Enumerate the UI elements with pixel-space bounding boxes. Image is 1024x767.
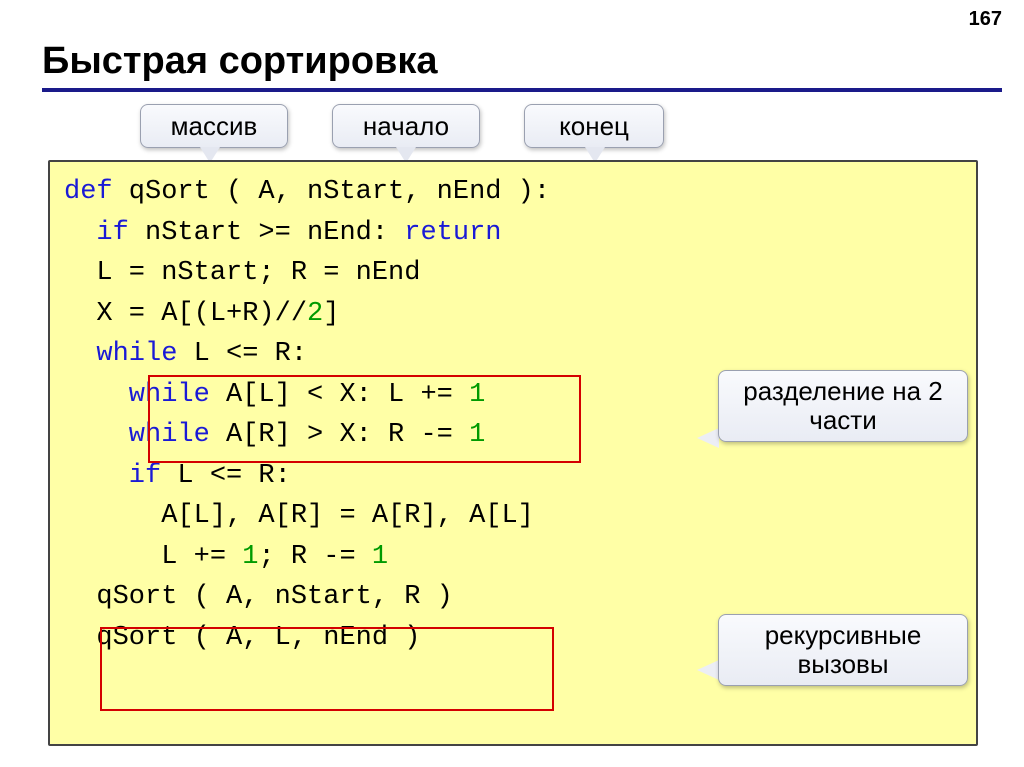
num-2: 2 — [307, 299, 323, 329]
code-l11: qSort ( A, nStart, R ) — [64, 582, 453, 612]
callout-start: начало — [332, 104, 480, 148]
num-1c: 1 — [242, 542, 258, 572]
kw-def: def — [64, 177, 113, 207]
code-l10a: L += — [64, 542, 242, 572]
code-l10b: ; R -= — [258, 542, 371, 572]
code-l8: L <= R: — [161, 461, 291, 491]
title-underline — [42, 88, 1002, 92]
code-l1: qSort ( A, nStart, nEnd ): — [113, 177, 550, 207]
kw-if-1: if — [64, 218, 129, 248]
page-title: Быстрая сортировка — [42, 40, 438, 83]
code-l5: L <= R: — [177, 339, 307, 369]
callout-end: конец — [524, 104, 664, 148]
code-l9: A[L], A[R] = A[R], A[L] — [64, 501, 534, 531]
kw-return: return — [404, 218, 501, 248]
callout-split: разделение на 2 части — [718, 370, 968, 442]
kw-if-2: if — [64, 461, 161, 491]
callout-recurse: рекурсивные вызовы — [718, 614, 968, 686]
page-number: 167 — [969, 8, 1002, 31]
highlight-box-split — [148, 375, 581, 463]
code-l2-cond: nStart >= nEnd: — [129, 218, 404, 248]
code-l4b: ] — [323, 299, 339, 329]
callout-recurse-tail — [697, 660, 719, 680]
callout-split-tail — [697, 428, 719, 448]
callout-array: массив — [140, 104, 288, 148]
code-l4a: X = A[(L+R)// — [64, 299, 307, 329]
code-l3: L = nStart; R = nEnd — [64, 258, 420, 288]
num-1d: 1 — [372, 542, 388, 572]
kw-while-1: while — [64, 339, 177, 369]
highlight-box-recurse — [100, 627, 554, 711]
